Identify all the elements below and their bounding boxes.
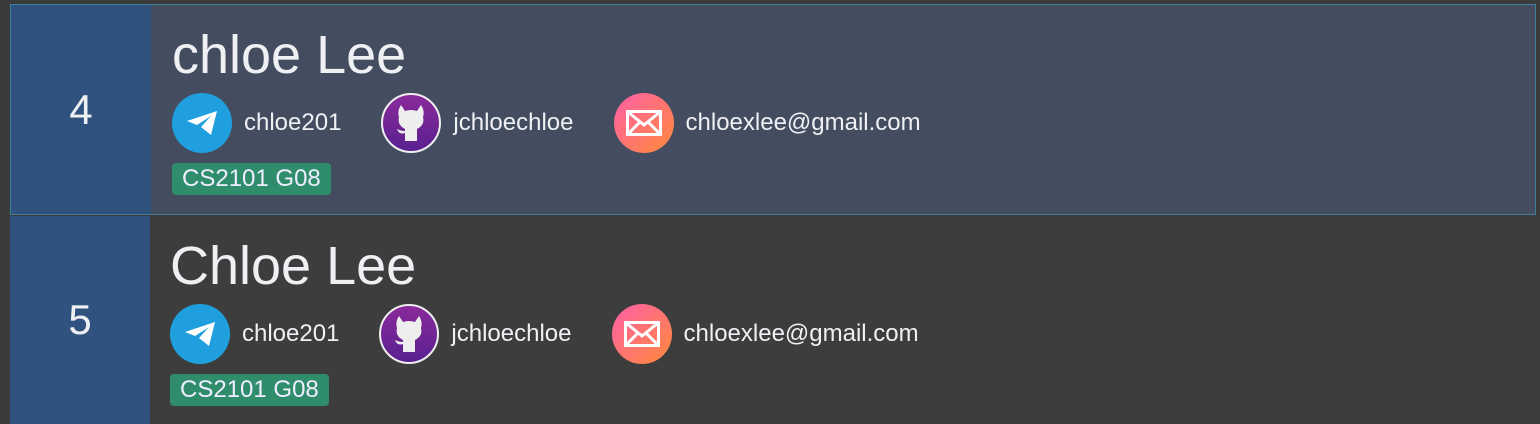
telegram-contact[interactable]: chloe201 — [170, 304, 339, 364]
email-address: chloexlee@gmail.com — [683, 320, 919, 347]
github-icon — [381, 93, 442, 153]
email-contact[interactable]: chloexlee@gmail.com — [613, 93, 921, 153]
github-contact[interactable]: jchloechloe — [381, 93, 574, 153]
telegram-icon — [170, 304, 230, 364]
telegram-handle: chloe201 — [242, 320, 340, 347]
telegram-contact[interactable]: chloe201 — [172, 93, 341, 153]
github-icon — [379, 304, 440, 364]
person-card[interactable]: 5 Chloe Lee chloe201 jchloechloe chloexl… — [10, 216, 1540, 424]
email-icon — [613, 93, 674, 153]
person-index: 4 — [11, 5, 151, 214]
github-username: jchloechloe — [453, 109, 574, 136]
github-username: jchloechloe — [451, 320, 572, 347]
person-name: Chloe Lee — [170, 236, 417, 296]
telegram-icon — [172, 93, 232, 153]
github-contact[interactable]: jchloechloe — [379, 304, 572, 364]
person-card[interactable]: 4 chloe Lee chloe201 jchloechloe chloexl… — [10, 4, 1536, 215]
email-address: chloexlee@gmail.com — [685, 109, 921, 136]
email-icon — [611, 304, 672, 364]
telegram-handle: chloe201 — [244, 109, 342, 136]
person-index: 5 — [10, 216, 150, 424]
tag-badge: CS2101 G08 — [172, 163, 331, 195]
tag-badge: CS2101 G08 — [170, 374, 329, 406]
person-name: chloe Lee — [172, 25, 407, 85]
email-contact[interactable]: chloexlee@gmail.com — [611, 304, 919, 364]
